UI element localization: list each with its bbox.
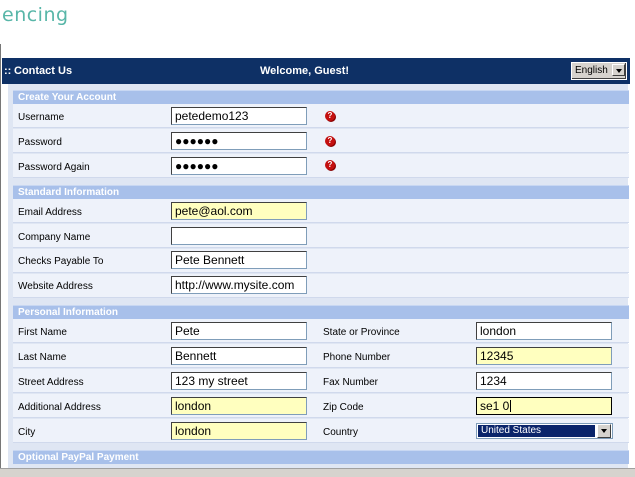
password-again-label: Password Again	[18, 162, 90, 173]
additional-address-input[interactable]: london	[171, 397, 307, 415]
country-value: United States	[478, 425, 595, 437]
company-label: Company Name	[18, 232, 91, 243]
username-input[interactable]: petedemo123	[171, 107, 307, 125]
password-input[interactable]: ●●●●●●	[171, 132, 307, 150]
company-input[interactable]	[171, 227, 307, 245]
zip-value: se1 0	[480, 399, 510, 413]
welcome-text: Welcome, Guest!	[260, 65, 350, 77]
section-personal-info: Personal Information	[13, 305, 629, 319]
section-paypal: Optional PayPal Payment	[13, 450, 629, 464]
zip-label: Zip Code	[323, 402, 364, 413]
first-name-label: First Name	[18, 327, 67, 338]
phone-label: Phone Number	[323, 352, 391, 363]
email-input[interactable]: pete@aol.com	[171, 202, 307, 220]
site-logo: encing	[2, 4, 69, 26]
form-row	[13, 249, 629, 273]
state-input[interactable]: london	[476, 322, 612, 340]
last-name-input[interactable]: Bennett	[171, 347, 307, 365]
contact-us-link[interactable]: Contact Us	[14, 65, 72, 77]
form-row	[13, 274, 629, 298]
section-create-account: Create Your Account	[13, 90, 629, 104]
left-border	[0, 44, 1, 476]
city-input[interactable]: london	[171, 422, 307, 440]
website-input[interactable]: http://www.mysite.com	[171, 276, 307, 294]
checks-payable-input[interactable]: Pete Bennett	[171, 251, 307, 269]
text-caret	[510, 400, 512, 412]
fax-input[interactable]: 1234	[476, 372, 612, 390]
chevron-down-icon[interactable]	[597, 424, 611, 438]
phone-input[interactable]: 12345	[476, 347, 612, 365]
state-label: State or Province	[323, 327, 400, 338]
section-standard-info: Standard Information	[13, 185, 629, 199]
nav-bullet: ::	[4, 65, 12, 77]
username-label: Username	[18, 112, 65, 123]
error-icon: ?	[325, 160, 335, 170]
password-again-input[interactable]: ●●●●●●	[171, 157, 307, 175]
form-row	[13, 199, 629, 223]
website-label: Website Address	[18, 281, 93, 292]
checks-payable-label: Checks Payable To	[18, 256, 104, 267]
fax-label: Fax Number	[323, 377, 379, 388]
city-label: City	[18, 427, 36, 438]
street-label: Street Address	[18, 377, 84, 388]
country-select[interactable]: United States	[476, 423, 613, 439]
street-input[interactable]: 123 my street	[171, 372, 307, 390]
error-icon: ?	[325, 136, 335, 146]
zip-input[interactable]: se1 0	[476, 397, 612, 415]
form-row	[13, 129, 629, 153]
form-row	[13, 104, 629, 128]
form-row	[13, 154, 629, 178]
additional-address-label: Additional Address	[18, 402, 101, 413]
country-label: Country	[323, 427, 359, 438]
chevron-down-icon[interactable]	[612, 64, 625, 76]
top-nav-bar: :: Contact Us Welcome, Guest! English	[2, 58, 630, 84]
form-row	[13, 224, 629, 248]
language-select[interactable]: English	[571, 62, 627, 80]
email-label: Email Address	[18, 207, 82, 218]
password-label: Password	[18, 137, 62, 148]
first-name-input[interactable]: Pete	[171, 322, 307, 340]
language-value: English	[575, 65, 608, 76]
last-name-label: Last Name	[18, 352, 67, 363]
error-icon: ?	[325, 111, 335, 121]
